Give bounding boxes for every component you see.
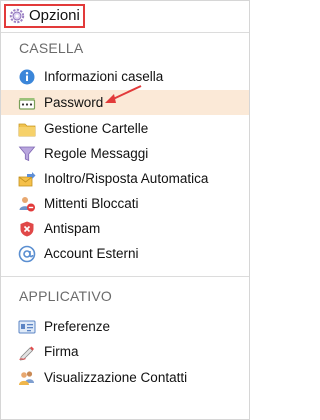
menu-item-firma[interactable]: Firma xyxy=(1,339,249,364)
menu-item-label: Preferenze xyxy=(44,319,111,334)
preferences-card-icon xyxy=(18,320,36,334)
menu-item-regole-messaggi[interactable]: Regole Messaggi xyxy=(1,141,249,166)
options-header-button[interactable]: Opzioni xyxy=(4,4,85,28)
filter-icon xyxy=(18,146,36,162)
menu-item-label: Antispam xyxy=(44,221,101,236)
section-title-applicativo: APPLICATIVO xyxy=(19,288,112,304)
antispam-icon xyxy=(20,221,34,237)
panel-header: Opzioni xyxy=(1,1,249,32)
folder-icon xyxy=(18,123,36,137)
menu-item-label: Account Esterni xyxy=(44,246,139,261)
menu-item-label: Mittenti Bloccati xyxy=(44,196,139,211)
menu-item-label: Firma xyxy=(44,344,79,359)
menu-item-account-esterni[interactable]: Account Esterni xyxy=(1,241,249,266)
menu-item-gestione-cartelle[interactable]: Gestione Cartelle xyxy=(1,116,249,141)
menu-item-label: Visualizzazione Contatti xyxy=(44,370,188,385)
info-icon xyxy=(19,69,35,85)
at-sign-icon xyxy=(18,245,36,263)
menu-item-inoltro-risposta[interactable]: Inoltro/Risposta Automatica xyxy=(1,166,249,191)
section-title-casella: CASELLA xyxy=(19,40,84,56)
menu-item-label: Gestione Cartelle xyxy=(44,121,149,136)
annotation-arrow-icon xyxy=(105,85,142,103)
menu-item-label: Regole Messaggi xyxy=(44,146,149,161)
menu-item-mittenti-bloccati[interactable]: Mittenti Bloccati xyxy=(1,191,249,216)
section-divider xyxy=(1,276,249,277)
header-title: Opzioni xyxy=(29,7,80,24)
menu-item-label: Password xyxy=(44,95,104,110)
header-divider xyxy=(1,32,249,33)
forward-mail-icon xyxy=(18,172,36,187)
menu-item-preferenze[interactable]: Preferenze xyxy=(1,314,249,339)
menu-item-visualizzazione-contatti[interactable]: Visualizzazione Contatti xyxy=(1,365,249,390)
password-icon xyxy=(18,98,36,110)
options-panel: Opzioni CASELLA Informazioni casella Pas… xyxy=(0,0,250,420)
gear-icon xyxy=(9,8,25,24)
contacts-icon xyxy=(19,371,34,385)
menu-item-antispam[interactable]: Antispam xyxy=(1,216,249,241)
menu-item-label: Inoltro/Risposta Automatica xyxy=(44,171,209,186)
blocked-users-icon xyxy=(19,197,35,212)
signature-pen-icon xyxy=(19,346,34,361)
